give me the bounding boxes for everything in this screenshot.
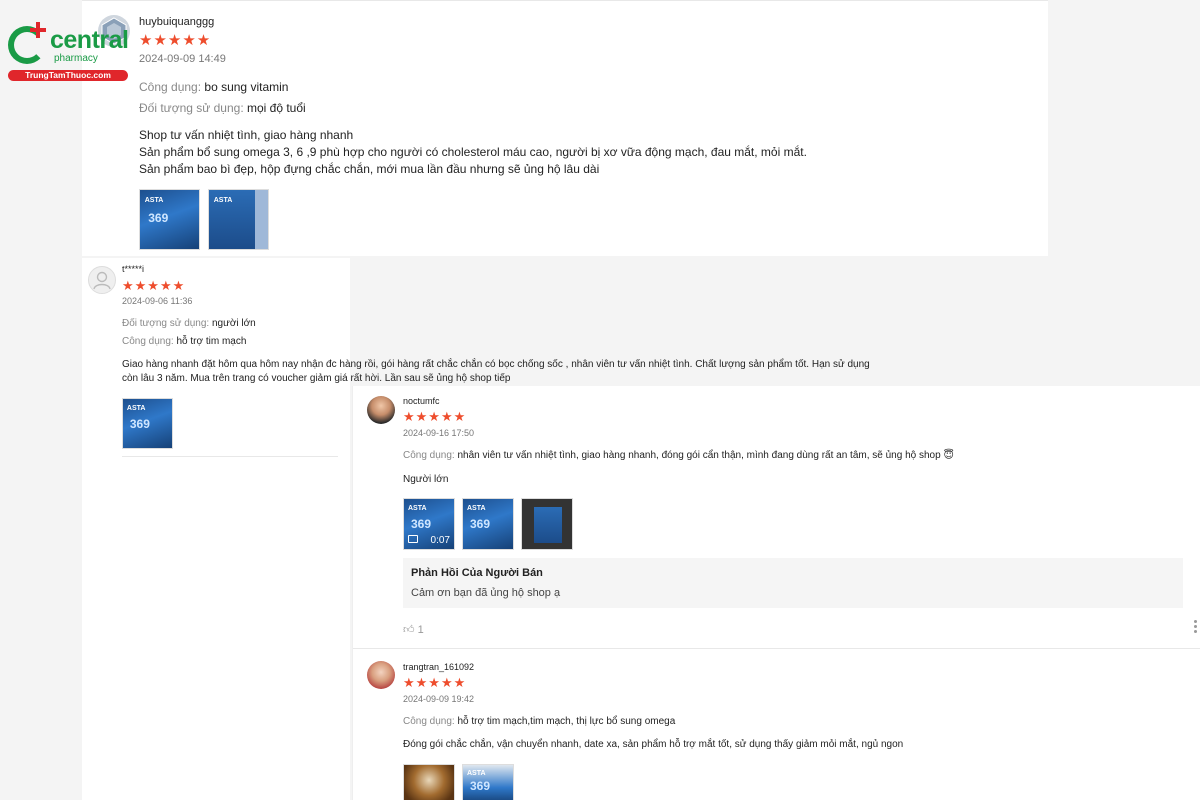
review-photo[interactable]: ASTA 369 <box>462 498 514 550</box>
box-name: 369 <box>411 517 432 531</box>
box-brand: ASTA <box>467 769 486 777</box>
like-count: 1 <box>417 624 424 636</box>
field-value: mọi độ tuổi <box>247 101 306 115</box>
video-duration: 0:07 <box>430 535 450 546</box>
box-name: 369 <box>470 517 491 531</box>
avatar[interactable] <box>367 661 395 689</box>
rating-stars: ★★★★★ <box>122 278 186 293</box>
review-text-line: Shop tư vấn nhiệt tình, giao hàng nhanh <box>139 128 354 142</box>
box-brand: ASTA <box>144 197 164 205</box>
video-camera-icon <box>408 535 418 543</box>
rating-stars: ★★★★★ <box>139 32 212 49</box>
logo-brand: central <box>50 26 129 54</box>
review-photo[interactable]: ASTA 369 <box>462 764 514 800</box>
field-value: hỗ trợ tim mạch,tim mạch, thị lực bổ sun… <box>457 716 676 727</box>
video-overlay: 0:07 <box>408 535 450 546</box>
review-text-line: Đóng gói chắc chắn, vận chuyển nhanh, da… <box>403 739 904 750</box>
review-photo[interactable] <box>521 498 573 550</box>
review-field: Công dụng: nhân viên tư vấn nhiệt tình, … <box>403 450 954 461</box>
logo-site: TrungTamThuoc.com <box>8 70 128 81</box>
review-card-2: t*****i ★★★★★ 2024-09-06 11:36 Đối tượng… <box>82 258 870 800</box>
review-card-1: huybuiquanggg ★★★★★ 2024-09-09 14:49 Côn… <box>82 0 1048 256</box>
review-text-line: còn lâu 3 năm. Mua trên trang có voucher… <box>122 373 511 384</box>
logo-sub: pharmacy <box>54 53 98 64</box>
reviewer-name[interactable]: t*****i <box>122 264 144 274</box>
product-box-back-image <box>534 507 562 543</box>
box-brand: ASTA <box>126 404 146 412</box>
review-photo[interactable]: ASTA 369 <box>139 189 200 250</box>
field-label: Công dụng: <box>122 336 174 347</box>
seller-reply: Phản Hồi Của Người Bán Cảm ơn bạn đã ủng… <box>403 558 1183 608</box>
rating-stars: ★★★★★ <box>403 409 467 424</box>
review-field: Công dụng: bo sung vitamin <box>139 80 288 94</box>
avatar[interactable] <box>88 266 116 294</box>
field-label: Công dụng: <box>403 450 455 461</box>
field-value: người lớn <box>212 318 256 329</box>
product-box-image: ASTA 369 <box>140 190 199 249</box>
product-jar-image <box>404 765 454 800</box>
box-name: 369 <box>470 778 491 793</box>
review-date: 2024-09-06 11:36 <box>122 296 193 306</box>
product-box-image: ASTA 369 <box>463 499 513 549</box>
default-user-icon <box>93 271 111 290</box>
field-value: bo sung vitamin <box>204 80 289 94</box>
review-field: Đối tượng sử dụng: mọi độ tuổi <box>139 101 306 115</box>
reviewer-name[interactable]: huybuiquanggg <box>139 16 214 28</box>
review-video[interactable]: ASTA 369 0:07 <box>403 498 455 550</box>
central-pharmacy-logo[interactable]: central pharmacy TrungTamThuoc.com <box>6 20 129 82</box>
like-button[interactable]: 👍︎ 1 <box>403 623 424 636</box>
medical-cross-icon <box>30 22 46 38</box>
product-box-image: ASTA 369 <box>123 399 172 448</box>
field-label: Công dụng: <box>139 80 202 94</box>
thumbs-up-icon: 👍︎ <box>403 624 415 636</box>
review-photo[interactable] <box>403 764 455 800</box>
review-field: Công dụng: hỗ trợ tim mạch,tim mạch, thị… <box>403 716 675 727</box>
review-text-line: Sản phẩm bổ sung omega 3, 6 ,9 phù hợp c… <box>139 145 807 159</box>
review-text-line: Người lớn <box>403 474 449 485</box>
more-options-icon[interactable] <box>1194 620 1198 634</box>
review-date: 2024-09-09 14:49 <box>139 53 226 65</box>
review-photo[interactable]: ASTA <box>208 189 269 250</box>
review-field: Đối tượng sử dụng: người lớn <box>122 318 256 329</box>
review-divider <box>353 648 1200 649</box>
reviewer-name[interactable]: noctumfc <box>403 396 440 406</box>
field-label: Đối tượng sử dụng: <box>139 101 244 115</box>
box-side-strip <box>255 190 268 249</box>
seller-reply-title: Phản Hồi Của Người Bán <box>411 567 543 579</box>
field-value: hỗ trợ tim mạch <box>176 336 247 347</box>
field-label: Công dụng: <box>403 716 455 727</box>
review-divider <box>122 456 338 457</box>
box-name: 369 <box>148 211 169 226</box>
reviewer-name[interactable]: trangtran_161092 <box>403 662 474 672</box>
box-brand: ASTA <box>408 505 427 512</box>
box-brand: ASTA <box>467 505 486 512</box>
review-field: Công dụng: hỗ trợ tim mạch <box>122 336 246 347</box>
box-brand: ASTA <box>213 197 233 205</box>
review-date: 2024-09-16 17:50 <box>403 428 475 438</box>
avatar[interactable] <box>367 396 395 424</box>
review-text-line: Giao hàng nhanh đặt hôm qua hôm nay nhận… <box>122 359 870 370</box>
review-text-line: Sản phẩm bao bì đẹp, hộp đựng chắc chắn,… <box>139 162 600 176</box>
review-date: 2024-09-09 19:42 <box>403 694 475 704</box>
product-box-image: ASTA 369 <box>463 765 513 800</box>
review-card-3: noctumfc ★★★★★ 2024-09-16 17:50 Công dụn… <box>352 386 1200 800</box>
rating-stars: ★★★★★ <box>403 675 467 690</box>
seller-reply-body: Cảm ơn bạn đã ủng hộ shop ạ <box>411 587 561 599</box>
field-value: nhân viên tư vấn nhiệt tình, giao hàng n… <box>457 450 954 461</box>
review-photo[interactable]: ASTA 369 <box>122 398 173 449</box>
field-label: Đối tượng sử dụng: <box>122 318 210 329</box>
product-box-back-image: ASTA <box>209 190 268 249</box>
box-name: 369 <box>129 416 150 431</box>
